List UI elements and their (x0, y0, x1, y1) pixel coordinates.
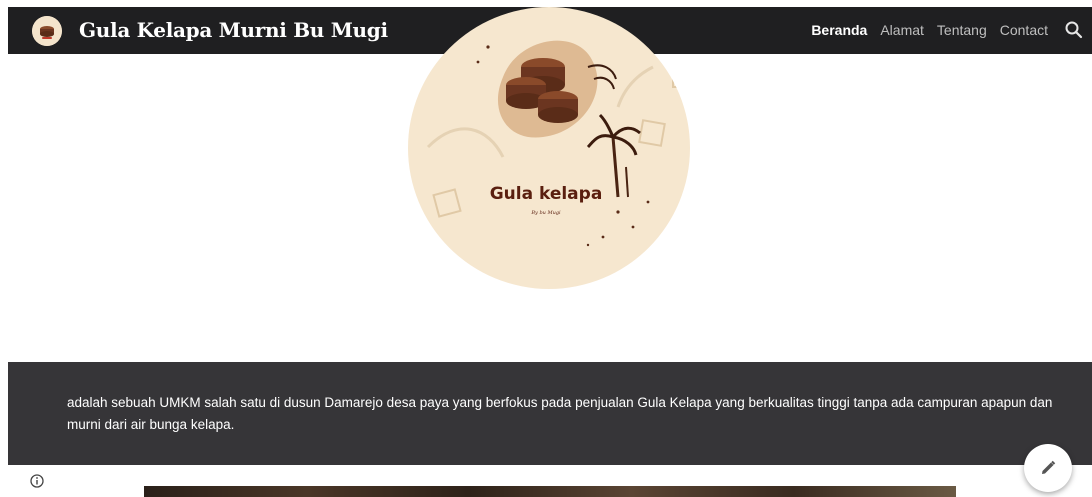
nav-item-contact[interactable]: Contact (1000, 22, 1048, 38)
site-logo[interactable] (32, 16, 62, 46)
nav-item-alamat[interactable]: Alamat (880, 22, 924, 38)
product-photo (144, 486, 956, 497)
hero-logo-image: Gula kelapa By bu Mugi (408, 7, 690, 289)
hero-logo-title: Gula kelapa (490, 184, 603, 204)
nav-item-tentang[interactable]: Tentang (937, 22, 987, 38)
page-frame: Gula Kelapa Murni Bu Mugi Beranda Alamat… (8, 7, 1092, 497)
description-text: adalah sebuah UMKM salah satu di dusun D… (67, 395, 1053, 432)
info-icon[interactable] (30, 473, 44, 488)
hero-logo-subtitle: By bu Mugi (530, 210, 561, 216)
main-nav: Beranda Alamat Tentang Contact (798, 22, 1048, 38)
site-title[interactable]: Gula Kelapa Murni Bu Mugi (79, 18, 388, 42)
description-section: adalah sebuah UMKM salah satu di dusun D… (8, 362, 1092, 465)
edit-button[interactable] (1024, 444, 1072, 492)
search-icon[interactable] (1062, 18, 1086, 42)
nav-item-beranda[interactable]: Beranda (811, 22, 867, 38)
pencil-icon (1042, 460, 1056, 474)
